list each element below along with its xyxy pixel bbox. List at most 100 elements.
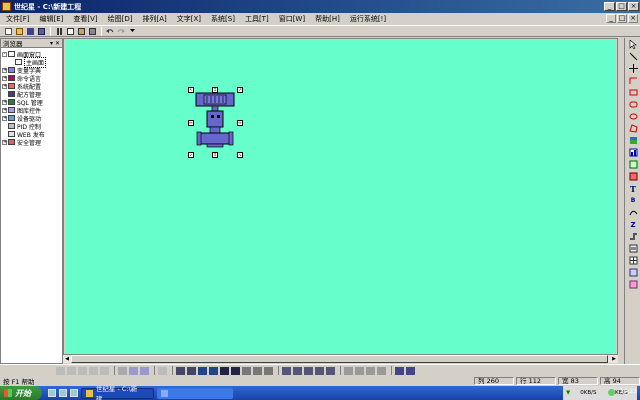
open-icon[interactable] xyxy=(14,27,24,36)
send-back-icon[interactable] xyxy=(209,366,218,375)
gauge-tool-icon[interactable] xyxy=(627,243,639,254)
horizontal-scrollbar[interactable]: ◀ ▶ xyxy=(63,354,618,363)
menu-file[interactable]: 文件[F] xyxy=(3,14,33,24)
fill-pattern-icon[interactable] xyxy=(366,366,375,375)
paste-icon[interactable] xyxy=(76,27,86,36)
scroll-left-icon[interactable]: ◀ xyxy=(63,355,71,363)
line-tool-icon[interactable] xyxy=(627,51,639,62)
resize-handle-ne[interactable]: ↗ xyxy=(237,87,243,93)
dropdown-icon[interactable] xyxy=(127,27,137,36)
collapse-icon[interactable]: - xyxy=(2,51,7,57)
pipe-tool-icon[interactable] xyxy=(627,231,639,242)
table-tool-icon[interactable] xyxy=(627,159,639,170)
curve-tool-icon[interactable] xyxy=(627,207,639,218)
text-color-icon[interactable] xyxy=(304,366,313,375)
grid-snap-icon[interactable] xyxy=(253,366,262,375)
resize-handle-se[interactable]: ↘ xyxy=(237,152,243,158)
layout-icon[interactable] xyxy=(406,366,415,375)
zigzag-tool-icon[interactable]: Z xyxy=(627,219,639,230)
start-button[interactable]: 开始 xyxy=(0,386,42,400)
image-tool-icon[interactable] xyxy=(627,267,639,278)
copy-icon[interactable] xyxy=(65,27,75,36)
menu-run-system[interactable]: 运行系统[!] xyxy=(347,14,389,24)
expand-icon[interactable]: + xyxy=(2,83,7,89)
explorer-close-icon[interactable]: ▾ ✕ xyxy=(50,40,60,47)
menu-edit[interactable]: 编辑[E] xyxy=(37,14,67,24)
rectangle-tool-icon[interactable] xyxy=(627,87,639,98)
center-icon[interactable] xyxy=(118,366,127,375)
close-button[interactable]: × xyxy=(628,2,639,11)
line-style-icon[interactable] xyxy=(344,366,353,375)
window-icon[interactable] xyxy=(395,366,404,375)
quick-launch-icon[interactable] xyxy=(59,389,67,397)
shadow-icon[interactable] xyxy=(326,366,335,375)
align-center-icon[interactable] xyxy=(67,366,76,375)
palette-tool-icon[interactable] xyxy=(627,279,639,290)
menu-window[interactable]: 窗口[W] xyxy=(276,14,308,24)
bitmap-tool-icon[interactable] xyxy=(627,135,639,146)
menu-arrange[interactable]: 排列[A] xyxy=(140,14,170,24)
ungroup-icon[interactable] xyxy=(140,366,149,375)
resize-handle-nw[interactable]: ↖ xyxy=(188,87,194,93)
rounded-rect-tool-icon[interactable] xyxy=(627,99,639,110)
align-top-icon[interactable] xyxy=(89,366,98,375)
line-color-icon[interactable] xyxy=(282,366,291,375)
group-icon[interactable] xyxy=(129,366,138,375)
flip-icon[interactable] xyxy=(176,366,185,375)
resize-handle-e[interactable]: ↔ xyxy=(237,120,243,126)
minimize-button[interactable]: _ xyxy=(604,2,615,11)
resize-handle-s[interactable]: ↕ xyxy=(212,152,218,158)
menu-help[interactable]: 帮助[H] xyxy=(312,14,343,24)
expand-icon[interactable]: + xyxy=(2,99,7,105)
save-all-icon[interactable] xyxy=(36,27,46,36)
polygon-tool-icon[interactable] xyxy=(627,123,639,134)
maximize-button[interactable]: □ xyxy=(616,2,627,11)
graphic-object[interactable] xyxy=(190,88,242,156)
ellipse-tool-icon[interactable] xyxy=(627,111,639,122)
delete-icon[interactable] xyxy=(87,27,97,36)
tree-item[interactable]: + 安全管理 xyxy=(1,138,62,147)
bring-front-icon[interactable] xyxy=(198,366,207,375)
button-tool-icon[interactable] xyxy=(627,171,639,182)
menu-text[interactable]: 文字[X] xyxy=(174,14,204,24)
align-right-icon[interactable] xyxy=(78,366,87,375)
taskbar-app-button[interactable]: 世纪星 - C:\新建... xyxy=(81,385,154,400)
polyline-tool-icon[interactable] xyxy=(627,75,639,86)
taskbar-app-button[interactable] xyxy=(157,387,233,399)
line-width-icon[interactable] xyxy=(355,366,364,375)
lock-icon[interactable] xyxy=(242,366,251,375)
resize-handle-n[interactable]: ↕ xyxy=(212,87,218,93)
cut-icon[interactable] xyxy=(54,27,64,36)
resize-handle-sw[interactable]: ↙ xyxy=(188,152,194,158)
arrow-style-icon[interactable] xyxy=(377,366,386,375)
menu-tools[interactable]: 工具[T] xyxy=(242,14,272,24)
align-left-icon[interactable] xyxy=(56,366,65,375)
expand-icon[interactable]: + xyxy=(2,115,7,121)
doc-restore-button[interactable]: □ xyxy=(617,14,627,23)
scroll-thumb[interactable] xyxy=(71,355,608,363)
pointer-icon[interactable] xyxy=(627,39,639,50)
doc-close-button[interactable]: × xyxy=(628,14,638,23)
menu-view[interactable]: 查看[V] xyxy=(70,14,100,24)
new-icon[interactable] xyxy=(3,27,13,36)
tray-icon[interactable] xyxy=(608,389,615,396)
resize-handle-w[interactable]: ↔ xyxy=(188,120,194,126)
cross-tool-icon[interactable] xyxy=(627,63,639,74)
align-middle-icon[interactable] xyxy=(100,366,109,375)
grid-show-icon[interactable] xyxy=(264,366,273,375)
fill-color-icon[interactable] xyxy=(293,366,302,375)
space-horizontal-icon[interactable] xyxy=(158,366,167,375)
drawing-canvas[interactable]: ↖ ↕ ↗ ↔ ↔ ↙ ↕ ↘ xyxy=(66,40,616,353)
back-layer-icon[interactable] xyxy=(231,366,240,375)
quick-launch-icon[interactable] xyxy=(48,389,56,397)
redo-icon[interactable] xyxy=(116,27,126,36)
valve-graphic[interactable] xyxy=(190,88,242,156)
bold-text-tool-icon[interactable]: B xyxy=(627,195,639,206)
expand-icon[interactable]: + xyxy=(2,67,7,73)
front-layer-icon[interactable] xyxy=(220,366,229,375)
quick-launch-icon[interactable] xyxy=(70,389,78,397)
save-icon[interactable] xyxy=(25,27,35,36)
doc-minimize-button[interactable]: _ xyxy=(606,14,616,23)
menu-system[interactable]: 系统[S] xyxy=(208,14,238,24)
expand-icon[interactable]: + xyxy=(2,107,7,113)
